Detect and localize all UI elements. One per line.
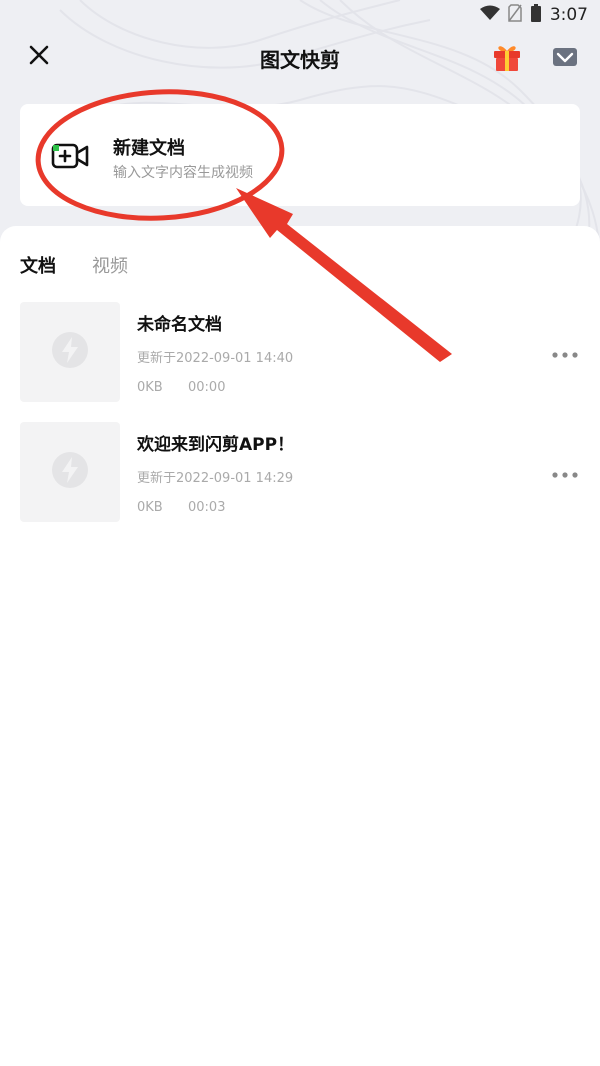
list-item[interactable]: 欢迎来到闪剪APP！ 更新于2022-09-01 14:29 0KB 00:03 (20, 422, 580, 522)
document-duration: 00:00 (188, 380, 226, 395)
document-title: 未命名文档 (137, 315, 222, 335)
lightning-logo-icon (50, 330, 90, 374)
tab-bar: 文档 视频 (20, 252, 128, 278)
status-bar: 3:07 (0, 0, 600, 30)
mail-icon (550, 48, 580, 76)
gift-button[interactable] (490, 40, 524, 74)
document-title: 欢迎来到闪剪APP！ (137, 435, 295, 455)
battery-icon (530, 4, 542, 26)
more-options-button[interactable] (550, 340, 580, 364)
more-options-button[interactable] (550, 460, 580, 484)
more-dots-icon (552, 343, 578, 362)
tab-videos[interactable]: 视频 (92, 252, 128, 278)
gift-icon (490, 46, 524, 78)
lightning-logo-icon (50, 450, 90, 494)
header: 图文快剪 (0, 34, 600, 82)
document-size: 0KB (137, 500, 163, 515)
document-thumbnail (20, 302, 120, 402)
message-button[interactable] (550, 42, 580, 72)
no-sim-icon (508, 4, 522, 26)
more-dots-icon (552, 463, 578, 482)
video-add-icon (50, 136, 90, 176)
new-document-title: 新建文档 (113, 138, 185, 159)
document-size: 0KB (137, 380, 163, 395)
document-updated: 更新于2022-09-01 14:29 (137, 471, 294, 486)
tab-documents[interactable]: 文档 (20, 252, 56, 278)
list-item[interactable]: 未命名文档 更新于2022-09-01 14:40 0KB 00:00 (20, 302, 580, 402)
new-document-card[interactable]: 新建文档 输入文字内容生成视频 (20, 104, 580, 206)
document-thumbnail (20, 422, 120, 522)
new-document-subtitle: 输入文字内容生成视频 (113, 165, 253, 181)
document-duration: 00:03 (188, 500, 226, 515)
content-panel: 文档 视频 未命名文档 更新于2022-09-01 14:40 0KB 00:0… (0, 226, 600, 1066)
app-screen: 3:07 图文快剪 新建文档 输入文字内容生成视频 文档 视频 未命名文档 更新… (0, 0, 600, 1066)
status-time: 3:07 (549, 5, 588, 25)
document-updated: 更新于2022-09-01 14:40 (137, 351, 294, 366)
wifi-icon (479, 5, 500, 25)
